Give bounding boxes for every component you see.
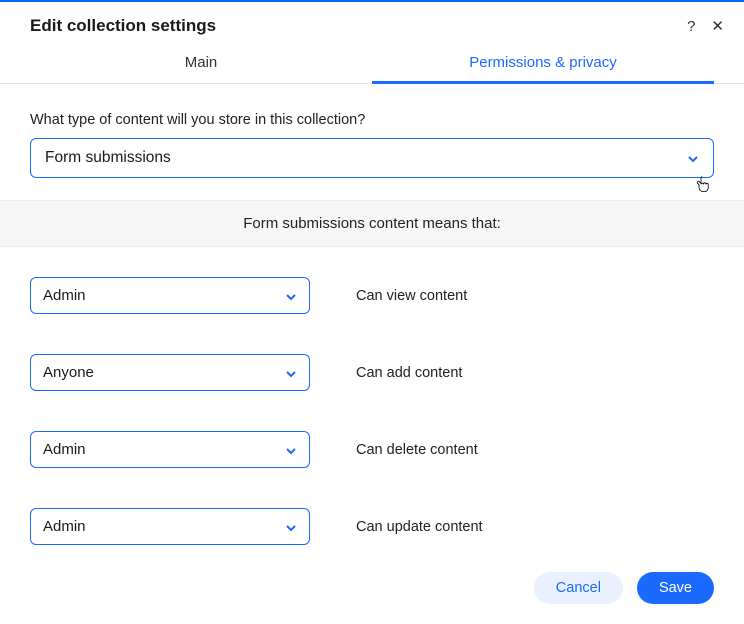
content-type-value: Form submissions	[45, 149, 171, 167]
modal-title: Edit collection settings	[30, 16, 687, 36]
chevron-down-icon	[285, 367, 297, 379]
collection-settings-modal: Edit collection settings ? ✕ Main Permis…	[0, 0, 744, 624]
role-dropdown-view[interactable]: Admin	[30, 277, 310, 314]
info-band: Form submissions content means that:	[0, 200, 744, 247]
modal-footer: Cancel Save	[0, 556, 744, 624]
close-icon[interactable]: ✕	[711, 17, 724, 35]
role-value: Admin	[43, 518, 86, 535]
tab-main[interactable]: Main	[30, 44, 372, 83]
help-icon[interactable]: ?	[687, 18, 695, 35]
tab-permissions[interactable]: Permissions & privacy	[372, 44, 714, 83]
role-value: Admin	[43, 287, 86, 304]
permission-label: Can update content	[356, 519, 483, 535]
chevron-down-icon	[285, 444, 297, 456]
permission-row-delete: Admin Can delete content	[30, 431, 714, 468]
role-value: Admin	[43, 441, 86, 458]
role-value: Anyone	[43, 364, 94, 381]
role-dropdown-update[interactable]: Admin	[30, 508, 310, 545]
chevron-down-icon	[285, 290, 297, 302]
permission-label: Can add content	[356, 365, 462, 381]
permission-label: Can view content	[356, 288, 467, 304]
chevron-down-icon	[285, 521, 297, 533]
permission-rows: Admin Can view content Anyone Can add co…	[30, 247, 714, 545]
modal-header: Edit collection settings ? ✕	[0, 2, 744, 44]
chevron-down-icon	[687, 152, 699, 164]
content-type-label: What type of content will you store in t…	[30, 112, 714, 128]
content-type-dropdown[interactable]: Form submissions	[30, 138, 714, 178]
permission-row-view: Admin Can view content	[30, 277, 714, 314]
modal-body: What type of content will you store in t…	[0, 84, 744, 545]
tabs: Main Permissions & privacy	[0, 44, 744, 84]
role-dropdown-add[interactable]: Anyone	[30, 354, 310, 391]
permission-label: Can delete content	[356, 442, 478, 458]
permission-row-add: Anyone Can add content	[30, 354, 714, 391]
header-icons: ? ✕	[687, 17, 724, 35]
permission-row-update: Admin Can update content	[30, 508, 714, 545]
save-button[interactable]: Save	[637, 572, 714, 604]
cancel-button[interactable]: Cancel	[534, 572, 623, 604]
role-dropdown-delete[interactable]: Admin	[30, 431, 310, 468]
